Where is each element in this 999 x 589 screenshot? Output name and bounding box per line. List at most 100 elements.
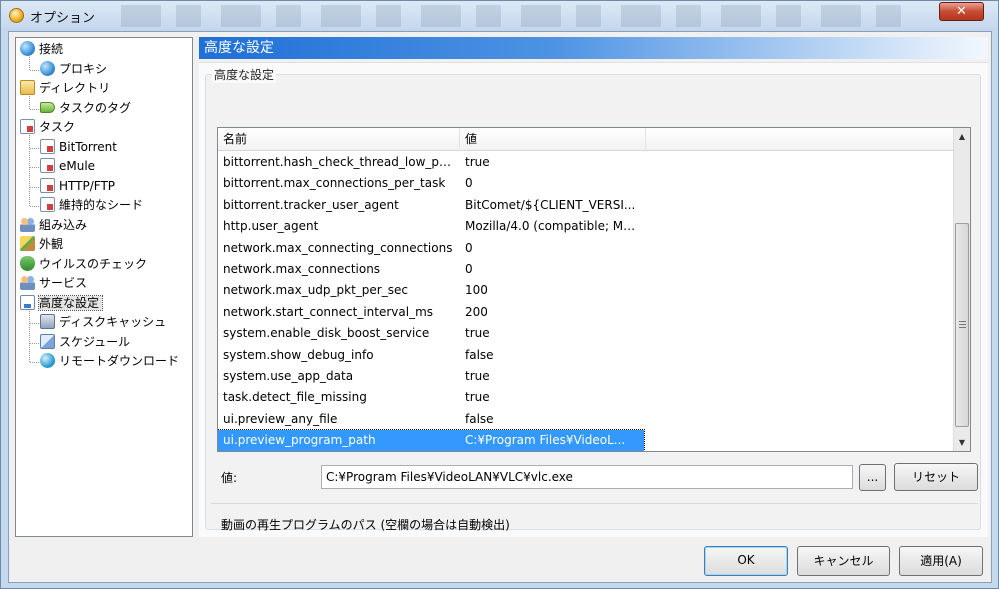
ok-button[interactable]: OK	[704, 546, 788, 576]
task-icon	[40, 177, 55, 193]
scroll-up-arrow-icon[interactable]: ▲	[954, 128, 970, 145]
table-row[interactable]: network.max_udp_pkt_per_sec 100	[218, 280, 644, 301]
globe-icon	[20, 41, 35, 56]
table-row[interactable]: network.max_connections 0	[218, 259, 644, 280]
tree-item[interactable]: eMule	[40, 157, 95, 176]
column-header-value[interactable]: 値	[460, 128, 646, 151]
tree-item-label: プロキシ	[59, 61, 108, 76]
tree-item-label: ディスクキャッシュ	[59, 315, 167, 329]
vertical-scrollbar[interactable]: ▲ ▼	[953, 128, 970, 451]
setting-value-cell: 0	[465, 240, 473, 255]
tree-item[interactable]: リモートダウンロード	[40, 352, 179, 371]
brush-icon	[20, 236, 35, 251]
tree-item[interactable]: ウイルスのチェック	[20, 255, 147, 274]
task-icon	[40, 197, 55, 212]
setting-value-cell: Mozilla/4.0 (compatible; MS...	[465, 219, 641, 234]
disk-icon	[40, 314, 55, 329]
close-button[interactable]: ✕	[939, 2, 984, 21]
tree-item-label: 組み込み	[39, 217, 88, 232]
tree-item[interactable]: スケジュール	[40, 333, 130, 352]
tree-guide-line	[29, 310, 30, 362]
reset-button[interactable]: リセット	[894, 463, 978, 491]
category-tree[interactable]: 接続プロキシディレクトリタスクのタグタスク BitTorrent eMule HTTP…	[15, 37, 193, 537]
tree-item-label: 外観	[39, 237, 64, 251]
tree-item[interactable]: タスクのタグ	[40, 99, 131, 118]
setting-value-cell: true	[465, 326, 490, 341]
tree-item[interactable]: 外観	[20, 235, 63, 254]
table-row[interactable]: bittorrent.hash_check_thread_low_pri... t…	[218, 152, 644, 173]
setting-name-cell: bittorrent.max_connections_per_task	[223, 176, 446, 191]
tree-item[interactable]: プロキシ	[40, 60, 107, 79]
task-icon	[20, 119, 35, 134]
table-row[interactable]: http.user_agent Mozilla/4.0 (compatible; …	[218, 216, 644, 237]
table-row[interactable]: ui.preview_program_path C:¥Program Files¥…	[218, 429, 645, 451]
tree-item[interactable]: タスク	[20, 118, 75, 137]
table-row[interactable]: system.enable_disk_boost_service true	[218, 323, 644, 344]
tree-item[interactable]: サービス	[20, 274, 87, 293]
setting-name-cell: system.show_debug_info	[223, 347, 374, 362]
tree-item-label: 接続	[39, 42, 64, 56]
table-row[interactable]: network.start_connect_interval_ms 200	[218, 302, 644, 323]
tree-item-label: タスク	[39, 120, 76, 134]
window-title: オプション	[30, 11, 96, 26]
setting-name-cell: ui.preview_any_file	[223, 411, 338, 426]
tree-item[interactable]: 組み込み	[20, 216, 87, 235]
tree-item[interactable]: 維持的なシード	[40, 196, 143, 215]
tree-guide-line	[29, 135, 30, 206]
settings-panel: 高度な設定 名前 値 bittorrent.hash_check_thread_…	[199, 62, 988, 537]
settings-list[interactable]: 名前 値 bittorrent.hash_check_thread_low_pr…	[217, 127, 971, 452]
table-row[interactable]: network.max_connecting_connections 0	[218, 238, 644, 259]
task-icon	[40, 138, 55, 154]
table-row[interactable]: system.show_debug_info false	[218, 345, 644, 366]
tree-item-label: BitTorrent	[59, 139, 117, 154]
separator	[211, 503, 978, 504]
grip-line	[959, 327, 966, 328]
table-row[interactable]: task.detect_file_missing true	[218, 387, 644, 408]
dialog-body: 接続プロキシディレクトリタスクのタグタスク BitTorrent eMule HTTP…	[8, 31, 992, 583]
setting-value-cell: true	[465, 155, 490, 169]
tree-item-label: タスクのタグ	[59, 100, 132, 115]
tree-item-label: ウイルスのチェック	[39, 256, 148, 271]
tree-item[interactable]: 高度な設定	[20, 294, 104, 313]
tree-item-label: 高度な設定	[37, 294, 104, 311]
setting-value-cell: 0	[465, 262, 473, 276]
setting-value-cell: 200	[465, 304, 488, 319]
setting-name-cell: bittorrent.hash_check_thread_low_pri...	[223, 155, 455, 169]
setting-value-cell: 100	[465, 283, 488, 298]
tree-item[interactable]: ディスクキャッシュ	[40, 313, 166, 332]
options-window: オプション ✕ 接続プロキシディレクトリタスクのタグタスク BitTorrent e…	[0, 0, 999, 589]
advanced-icon	[20, 294, 35, 310]
table-row[interactable]: system.use_app_data true	[218, 366, 644, 387]
value-input[interactable]: C:¥Program Files¥VideoLAN¥VLC¥vlc.exe	[321, 465, 853, 489]
column-header-name[interactable]: 名前	[218, 128, 460, 151]
cancel-button[interactable]: キャンセル	[797, 546, 890, 576]
tree-guide-line	[30, 206, 39, 207]
setting-value-cell: true	[465, 390, 490, 405]
tree-guide-line	[30, 69, 39, 71]
setting-name-cell: http.user_agent	[223, 219, 319, 234]
tree-item[interactable]: BitTorrent	[40, 138, 117, 157]
remote-icon	[40, 353, 55, 368]
scroll-down-arrow-icon[interactable]: ▼	[954, 434, 970, 451]
tree-item[interactable]: ディレクトリ	[20, 79, 110, 98]
scrollbar-thumb[interactable]	[955, 223, 969, 427]
table-row[interactable]: bittorrent.tracker_user_agent BitComet/${…	[218, 195, 644, 216]
tree-guide-line	[30, 342, 39, 344]
setting-value-cell: false	[465, 411, 494, 426]
setting-value-cell: BitComet/${CLIENT_VERSI...	[465, 197, 636, 212]
setting-value-cell: false	[465, 347, 494, 362]
column-header-empty	[646, 128, 954, 151]
tree-item-label: サービス	[39, 276, 88, 290]
table-row[interactable]: ui.preview_any_file false	[218, 409, 644, 430]
tree-item-label: 維持的なシード	[59, 198, 144, 212]
tree-item[interactable]: 接続	[20, 40, 63, 59]
setting-name-cell: system.use_app_data	[223, 369, 354, 383]
apply-button[interactable]: 適用(A)	[899, 546, 983, 576]
tree-item-label: リモートダウンロード	[59, 354, 180, 368]
tree-item[interactable]: HTTP/FTP	[40, 177, 115, 196]
tree-guide-line	[30, 323, 39, 324]
browse-button[interactable]: ...	[859, 464, 886, 491]
tree-guide-line	[30, 147, 39, 149]
tree-guide-line	[30, 108, 39, 110]
table-row[interactable]: bittorrent.max_connections_per_task 0	[218, 173, 644, 194]
